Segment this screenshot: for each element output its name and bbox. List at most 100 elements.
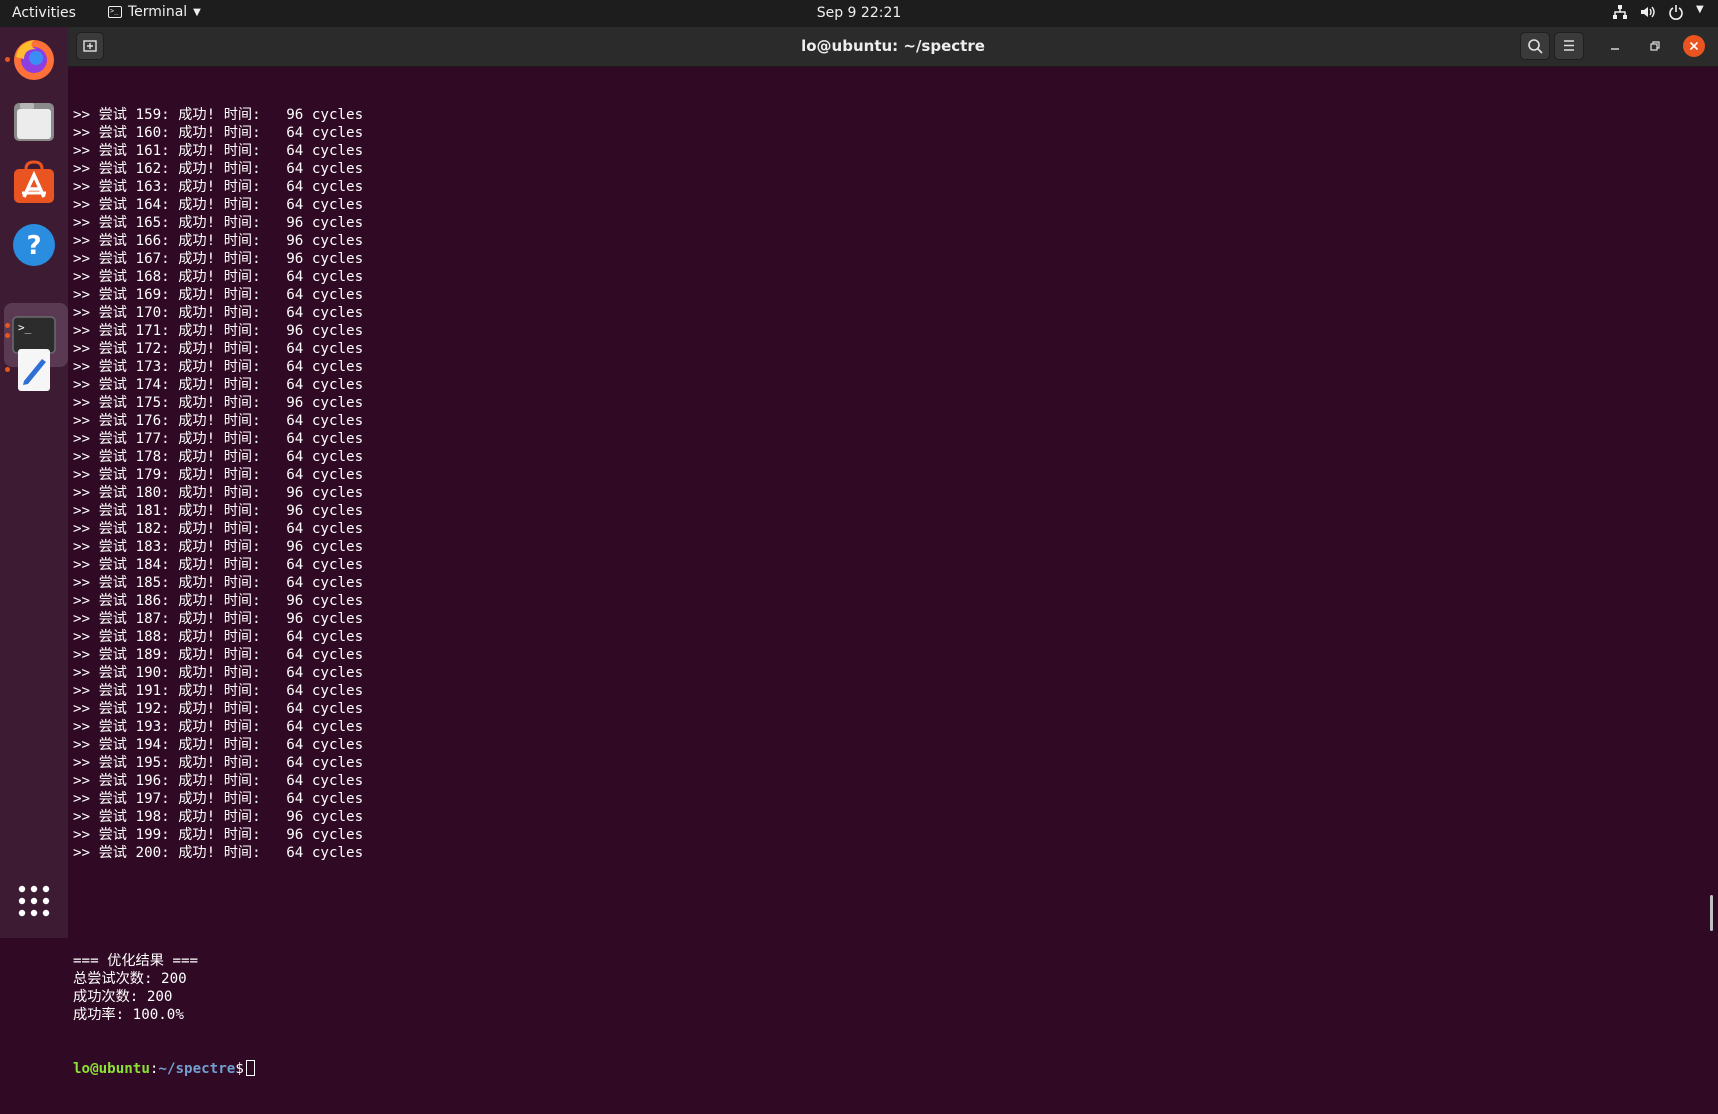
terminal-line: >> 尝试 191: 成功! 时间: 64 cycles bbox=[73, 683, 364, 699]
terminal-line: >> 尝试 183: 成功! 时间: 96 cycles bbox=[73, 539, 364, 555]
network-icon bbox=[1612, 4, 1628, 20]
new-tab-button[interactable] bbox=[76, 32, 104, 60]
terminal-line: >> 尝试 181: 成功! 时间: 96 cycles bbox=[73, 503, 364, 519]
terminal-line: >> 尝试 200: 成功! 时间: 64 cycles bbox=[73, 845, 364, 861]
terminal-line: >> 尝试 190: 成功! 时间: 64 cycles bbox=[73, 665, 364, 681]
menu-button[interactable] bbox=[1554, 32, 1584, 60]
close-icon bbox=[1689, 41, 1699, 51]
prompt-path: ~/spectre bbox=[158, 1061, 236, 1077]
terminal-line: >> 尝试 197: 成功! 时间: 64 cycles bbox=[73, 791, 364, 807]
terminal-line: >> 尝试 167: 成功! 时间: 96 cycles bbox=[73, 251, 364, 267]
chevron-down-icon: ▼ bbox=[193, 6, 201, 18]
dock-files[interactable] bbox=[10, 97, 58, 145]
text-editor-icon bbox=[18, 349, 50, 391]
activities-button[interactable]: Activities bbox=[12, 5, 76, 21]
terminal-line: >> 尝试 164: 成功! 时间: 64 cycles bbox=[73, 197, 364, 213]
dock: ? >_ bbox=[0, 27, 68, 938]
system-menu-arrow-icon: ▼ bbox=[1696, 4, 1704, 15]
summary-lines: === 优化结果 === 总尝试次数: 200 成功次数: 200 成功率: 100.… bbox=[73, 952, 363, 1024]
terminal-line: >> 尝试 171: 成功! 时间: 96 cycles bbox=[73, 323, 364, 339]
terminal-line: >> 尝试 177: 成功! 时间: 64 cycles bbox=[73, 431, 364, 447]
close-button[interactable] bbox=[1683, 35, 1705, 57]
grid-icon bbox=[18, 885, 50, 917]
search-button[interactable] bbox=[1520, 32, 1550, 60]
svg-text:?: ? bbox=[26, 231, 41, 261]
text-cursor bbox=[245, 1060, 255, 1076]
svg-text:>_: >_ bbox=[18, 321, 32, 334]
terminal-line: >> 尝试 195: 成功! 时间: 64 cycles bbox=[73, 755, 364, 771]
terminal-line: >> 尝试 196: 成功! 时间: 64 cycles bbox=[73, 773, 364, 789]
terminal-line: >> 尝试 192: 成功! 时间: 64 cycles bbox=[73, 701, 364, 717]
restore-button[interactable] bbox=[1644, 35, 1666, 57]
terminal-line: >> 尝试 186: 成功! 时间: 96 cycles bbox=[73, 593, 364, 609]
terminal-line: >> 尝试 179: 成功! 时间: 64 cycles bbox=[73, 467, 364, 483]
terminal-line: >> 尝试 176: 成功! 时间: 64 cycles bbox=[73, 413, 364, 429]
clock[interactable]: Sep 9 22:21 bbox=[817, 5, 902, 21]
minimize-button[interactable] bbox=[1604, 35, 1626, 57]
terminal-line: >> 尝试 166: 成功! 时间: 96 cycles bbox=[73, 233, 364, 249]
prompt-separator: : bbox=[149, 1061, 159, 1077]
terminal-line: >> 尝试 168: 成功! 时间: 64 cycles bbox=[73, 269, 364, 285]
terminal-line: >> 尝试 169: 成功! 时间: 64 cycles bbox=[73, 287, 364, 303]
terminal-line: >> 尝试 193: 成功! 时间: 64 cycles bbox=[73, 719, 364, 735]
summary-line: 总尝试次数: 200 bbox=[73, 971, 187, 987]
firefox-icon bbox=[14, 40, 54, 80]
terminal-line: >> 尝试 163: 成功! 时间: 64 cycles bbox=[73, 179, 364, 195]
terminal-line: >> 尝试 199: 成功! 时间: 96 cycles bbox=[73, 827, 364, 843]
terminal-line: >> 尝试 178: 成功! 时间: 64 cycles bbox=[73, 449, 364, 465]
dock-firefox[interactable] bbox=[10, 35, 58, 83]
search-icon bbox=[1528, 39, 1543, 54]
summary-line: 成功次数: 200 bbox=[73, 989, 173, 1005]
terminal-line: >> 尝试 160: 成功! 时间: 64 cycles bbox=[73, 125, 364, 141]
system-status-area[interactable]: ▼ bbox=[1612, 4, 1706, 20]
app-menu[interactable]: >_ Terminal ▼ bbox=[108, 4, 201, 20]
terminal-line: >> 尝试 161: 成功! 时间: 64 cycles bbox=[73, 143, 364, 159]
clock-container: Sep 9 22:21 bbox=[0, 5, 1718, 21]
terminal-line: >> 尝试 162: 成功! 时间: 64 cycles bbox=[73, 161, 364, 177]
terminal-scrollbar[interactable] bbox=[1710, 895, 1713, 931]
dock-software[interactable] bbox=[10, 159, 58, 207]
terminal-line: >> 尝试 165: 成功! 时间: 96 cycles bbox=[73, 215, 364, 231]
terminal-line: >> 尝试 172: 成功! 时间: 64 cycles bbox=[73, 341, 364, 357]
terminal-lines: >> 尝试 159: 成功! 时间: 96 cycles >> 尝试 160: 成… bbox=[73, 70, 363, 1114]
dock-text-editor[interactable] bbox=[10, 347, 58, 395]
prompt-line[interactable]: lo@ubuntu:~/spectre$ bbox=[73, 1060, 363, 1078]
terminal-line: >> 尝试 175: 成功! 时间: 96 cycles bbox=[73, 395, 364, 411]
window-header-bar: lo@ubuntu: ~/spectre bbox=[68, 27, 1718, 67]
app-menu-label: Terminal bbox=[128, 4, 188, 20]
terminal-line: >> 尝试 182: 成功! 时间: 64 cycles bbox=[73, 521, 364, 537]
show-applications-button[interactable] bbox=[10, 877, 58, 925]
window-title: lo@ubuntu: ~/spectre bbox=[801, 37, 985, 55]
minimize-icon bbox=[1611, 48, 1619, 50]
top-bar: Activities >_ Terminal ▼ Sep 9 22:21 ▼ bbox=[0, 0, 1718, 27]
terminal-line: >> 尝试 184: 成功! 时间: 64 cycles bbox=[73, 557, 364, 573]
terminal-line: >> 尝试 185: 成功! 时间: 64 cycles bbox=[73, 575, 364, 591]
new-tab-icon bbox=[83, 40, 97, 52]
hamburger-menu-icon bbox=[1564, 40, 1574, 51]
files-icon bbox=[14, 103, 54, 141]
terminal-line: >> 尝试 180: 成功! 时间: 96 cycles bbox=[73, 485, 364, 501]
volume-icon bbox=[1640, 4, 1656, 20]
terminal-line: >> 尝试 159: 成功! 时间: 96 cycles bbox=[73, 107, 364, 123]
terminal-output[interactable]: >> 尝试 159: 成功! 时间: 96 cycles >> 尝试 160: 成… bbox=[68, 67, 1708, 1077]
terminal-icon: >_ bbox=[108, 6, 122, 18]
power-icon bbox=[1668, 4, 1684, 20]
terminal-line: >> 尝试 173: 成功! 时间: 64 cycles bbox=[73, 359, 364, 375]
summary-line: 成功率: 100.0% bbox=[73, 1007, 184, 1023]
dock-help[interactable]: ? bbox=[10, 221, 58, 269]
terminal-line: >> 尝试 187: 成功! 时间: 96 cycles bbox=[73, 611, 364, 627]
terminal-line: >> 尝试 198: 成功! 时间: 96 cycles bbox=[73, 809, 364, 825]
restore-icon bbox=[1650, 41, 1660, 51]
terminal-line: >> 尝试 194: 成功! 时间: 64 cycles bbox=[73, 737, 364, 753]
prompt-user-host: lo@ubuntu bbox=[73, 1061, 150, 1077]
summary-line: === 优化结果 === bbox=[73, 953, 199, 969]
terminal-line: >> 尝试 170: 成功! 时间: 64 cycles bbox=[73, 305, 364, 321]
help-icon: ? bbox=[13, 224, 55, 266]
terminal-line: >> 尝试 174: 成功! 时间: 64 cycles bbox=[73, 377, 364, 393]
software-icon bbox=[14, 160, 54, 203]
attempt-lines: >> 尝试 159: 成功! 时间: 96 cycles >> 尝试 160: 成… bbox=[73, 106, 363, 862]
terminal-line: >> 尝试 188: 成功! 时间: 64 cycles bbox=[73, 629, 364, 645]
terminal-line: >> 尝试 189: 成功! 时间: 64 cycles bbox=[73, 647, 364, 663]
prompt-symbol: $ bbox=[235, 1061, 244, 1077]
